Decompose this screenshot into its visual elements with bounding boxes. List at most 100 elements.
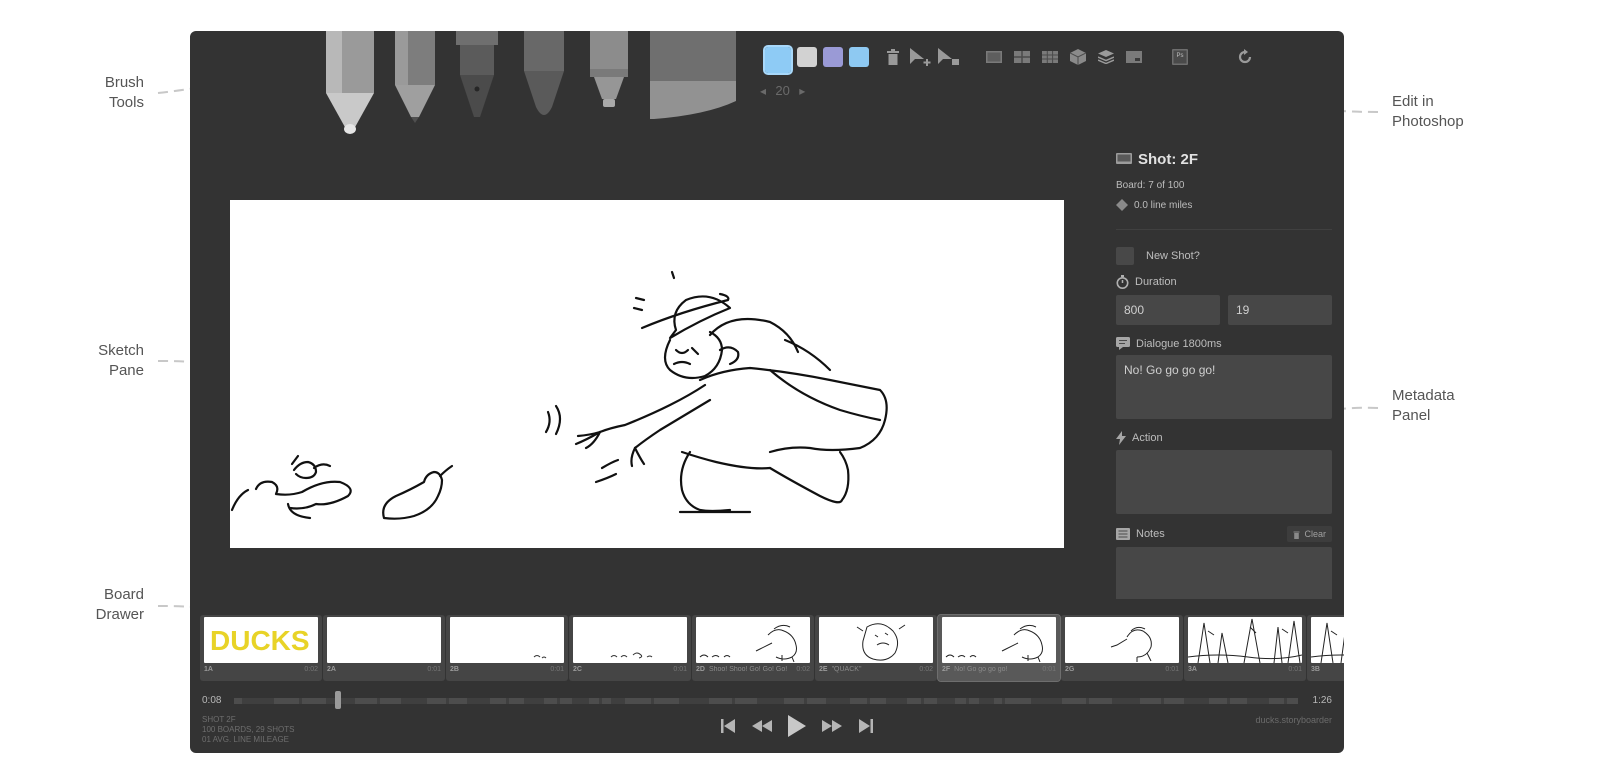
board-thumbnail-image (450, 617, 564, 663)
board-duration: 0:01 (673, 666, 687, 673)
sketch-pane[interactable] (230, 200, 1064, 548)
color-swatch-3[interactable] (823, 47, 843, 67)
board-dialogue (340, 666, 427, 678)
board-thumbnail-image (942, 617, 1056, 663)
callout-text-2: Panel (1392, 407, 1431, 424)
board-thumbnail-image (696, 617, 810, 663)
color-swatch-1[interactable] (763, 45, 793, 75)
board-thumbnail[interactable]: 2G 0:01 (1061, 615, 1183, 681)
clear-notes-button[interactable]: Clear (1287, 526, 1332, 542)
board-thumbnail-image (1311, 617, 1344, 663)
timeline-segment (907, 698, 921, 704)
board-label: 2D (696, 666, 705, 673)
board-caption: 2E "QUACK" 0:02 (819, 666, 933, 678)
fast-forward-icon[interactable] (822, 720, 842, 732)
board-label: 2A (327, 666, 336, 673)
brush-size[interactable]: ◂ 20 ▸ (760, 83, 805, 98)
timeline-segment (654, 698, 679, 704)
timeline-segment (490, 698, 506, 704)
rewind-icon[interactable] (752, 720, 772, 732)
callout-brush-tools: Brush Tools (80, 73, 144, 113)
dialogue-label: Dialogue 1800ms (1136, 337, 1222, 350)
board-caption: 2C 0:01 (573, 666, 687, 678)
board-dialogue (586, 666, 673, 678)
brush-pen[interactable] (518, 31, 570, 123)
board-caption: 3A 0:01 (1188, 666, 1302, 678)
notes-icon (1116, 528, 1130, 540)
notes-textarea[interactable] (1116, 547, 1332, 599)
board-dialogue (1078, 666, 1165, 678)
board-duration: 0:01 (1288, 666, 1302, 673)
callout-text: Brush (104, 74, 144, 91)
pencil-brush[interactable] (390, 31, 440, 126)
add-board-icon[interactable] (910, 48, 934, 66)
marker-brush[interactable] (586, 31, 632, 111)
board-dialogue: Shoo! Shoo! Go! Go! Go! (708, 666, 788, 673)
photoshop-icon[interactable]: Ps (1170, 48, 1190, 66)
callout-edit-in-photoshop: Edit in Photoshop (1392, 92, 1492, 132)
board-caption: 2D Shoo! Shoo! Go! Go! Go! 0:02 (696, 666, 810, 678)
increase-size-icon[interactable]: ▸ (799, 84, 805, 98)
color-swatch-2[interactable] (797, 47, 817, 67)
timeline-segment (1230, 698, 1247, 704)
timeline-scrubber[interactable] (234, 698, 1298, 704)
duration-fields: 800 19 (1116, 295, 1332, 325)
timeline-segment (449, 698, 467, 704)
board-thumbnail[interactable]: 2F No! Go go go go! 0:01 (937, 614, 1061, 682)
board-thumbnail[interactable]: 3A 0:01 (1184, 615, 1306, 681)
play-icon[interactable] (788, 715, 806, 737)
board-thumbnail-image: DUCKS (204, 617, 318, 663)
shot-header: Shot: 2F (1116, 151, 1332, 168)
dialogue-textarea[interactable]: No! Go go go go! (1116, 355, 1332, 419)
timeline-segment (994, 698, 1002, 704)
decrease-size-icon[interactable]: ◂ (760, 84, 766, 98)
duration-ms-input[interactable]: 800 (1116, 295, 1220, 325)
pen-brush[interactable] (452, 31, 502, 126)
split-view-icon[interactable] (1012, 48, 1032, 66)
layers-icon[interactable] (1096, 48, 1116, 66)
timeline-playhead[interactable] (335, 691, 342, 709)
action-textarea[interactable] (1116, 450, 1332, 514)
timeline-segment (807, 698, 826, 704)
lightning-icon (1116, 431, 1126, 445)
refresh-icon[interactable] (1235, 48, 1255, 66)
board-thumbnail[interactable]: 2E "QUACK" 0:02 (815, 615, 937, 681)
board-thumbnail[interactable]: 2C 0:01 (569, 615, 691, 681)
callout-text: Edit in (1392, 93, 1434, 110)
duration-frames-input[interactable]: 19 (1228, 295, 1332, 325)
trash-icon[interactable] (883, 48, 903, 66)
cube-icon[interactable] (1068, 48, 1088, 66)
grid-view-icon[interactable] (1040, 48, 1060, 66)
skip-to-end-icon[interactable] (858, 718, 874, 734)
callout-metadata-panel: Metadata Panel (1392, 386, 1492, 426)
light-pencil-brush[interactable] (320, 31, 380, 139)
ducks-title-card: DUCKS (210, 625, 310, 656)
timeline-segment (380, 698, 401, 704)
board-thumbnail[interactable]: 2B 0:01 (446, 615, 568, 681)
board-caption: 2F No! Go go go go! 0:01 (942, 666, 1056, 678)
new-shot-checkbox[interactable] (1116, 247, 1134, 265)
callout-sketch-pane: Sketch Pane (80, 341, 144, 381)
board-position: Board: 7 of 100 (1116, 180, 1185, 191)
timeline-segment (625, 698, 651, 704)
board-thumbnail[interactable]: 3B (1307, 615, 1344, 681)
eraser-tool[interactable] (646, 31, 740, 121)
caption-view-icon[interactable] (1124, 48, 1144, 66)
board-caption: 2A 0:01 (327, 666, 441, 678)
new-shot-label: New Shot? (1146, 250, 1200, 262)
divider (1116, 229, 1332, 230)
board-thumbnail[interactable]: 2D Shoo! Shoo! Go! Go! Go! 0:02 (692, 615, 814, 681)
duplicate-board-icon[interactable] (938, 48, 962, 66)
board-thumbnail-image (573, 617, 687, 663)
callout-text: Sketch (98, 342, 144, 359)
color-swatch-4[interactable] (849, 47, 869, 67)
skip-to-start-icon[interactable] (720, 718, 736, 734)
board-drawer: DUCKS 1A 0:02 2A 0:01 2B 0:01 2C 0:01 2D Shoo! Sho… (200, 614, 1344, 682)
board-thumbnail[interactable]: 2A 0:01 (323, 615, 445, 681)
board-thumbnail[interactable]: DUCKS 1A 0:02 (200, 615, 322, 681)
line-miles-row: 0.0 line miles (1116, 199, 1332, 211)
board-duration: 0:01 (550, 666, 564, 673)
board-label: 2G (1065, 666, 1075, 673)
single-view-icon[interactable] (984, 48, 1004, 66)
timeline-segment (602, 698, 611, 704)
